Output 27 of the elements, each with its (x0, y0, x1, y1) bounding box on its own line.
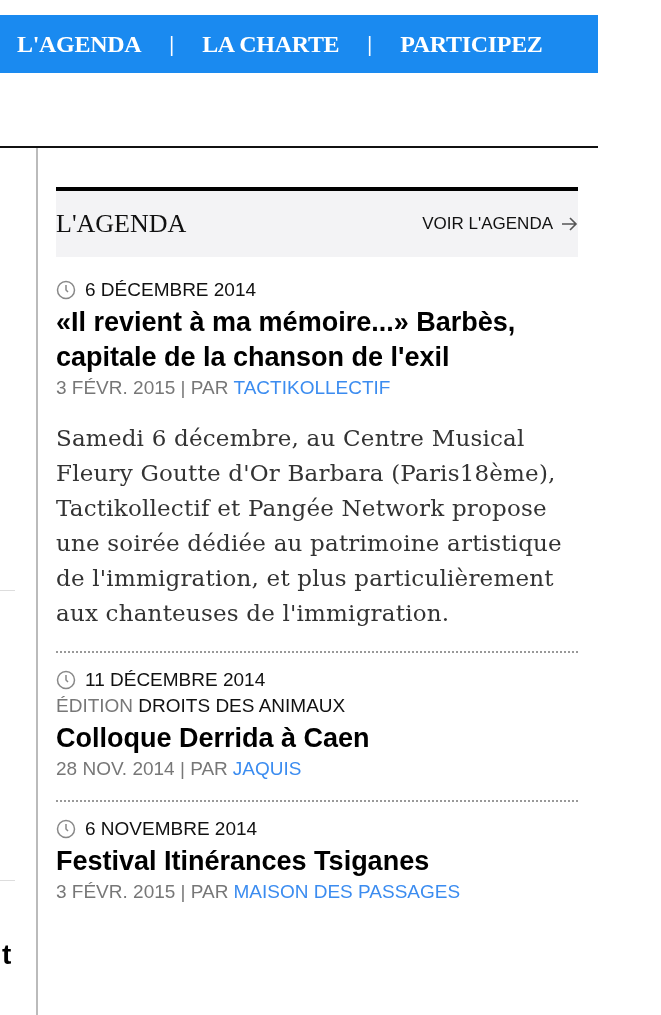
nav-separator: | (169, 31, 175, 57)
event-date: 6 DÉCEMBRE 2014 (85, 279, 257, 301)
publish-info: 28 NOV. 2014 | PAR (56, 758, 228, 780)
author-link[interactable]: TACTIKOLLECTIF (233, 377, 391, 399)
edition-label: ÉDITION (56, 695, 134, 716)
arrow-icon (561, 217, 578, 231)
cut-off-text: t (2, 939, 12, 971)
publish-info: 3 FÉVR. 2015 | PAR (56, 377, 229, 399)
clock-icon (56, 819, 76, 839)
event-title[interactable]: Colloque Derrida à Caen (56, 721, 578, 756)
event-title[interactable]: Festival Itinérances Tsiganes (56, 844, 578, 879)
event-date: 11 DÉCEMBRE 2014 (85, 669, 266, 691)
nav-separator: | (367, 31, 373, 57)
edition-name[interactable]: DROITS DES ANIMAUX (138, 695, 346, 716)
clock-icon (56, 670, 76, 690)
event-title[interactable]: «Il revient à ma mémoire...» Barbès, capitale de la chanson de l'exil (56, 305, 578, 375)
section-title: L'AGENDA (56, 209, 187, 239)
nav-link[interactable]: PARTICIPEZ (400, 30, 543, 58)
event-description: Samedi 6 décembre, au Centre Musical Fleury Goutte d'Or Barbara (Paris18ème), Tactikollectif et Pangée Network propose une soirée dédiée au patrimoine artistique de l'immigration, et plus particulièrement aux chanteuses de l'immigration. (56, 424, 563, 628)
event-date: 6 NOVEMBRE 2014 (85, 818, 258, 840)
author-link[interactable]: MAISON DES PASSAGES (233, 881, 461, 903)
nav-link[interactable]: LA CHARTE (202, 30, 340, 58)
publish-info: 3 FÉVR. 2015 | PAR (56, 881, 229, 903)
see-agenda-link[interactable]: VOIR L'AGENDA (422, 214, 578, 234)
clock-icon (56, 280, 76, 300)
nav-link[interactable]: L'AGENDA (17, 30, 142, 58)
author-link[interactable]: JAQUIS (232, 758, 302, 780)
